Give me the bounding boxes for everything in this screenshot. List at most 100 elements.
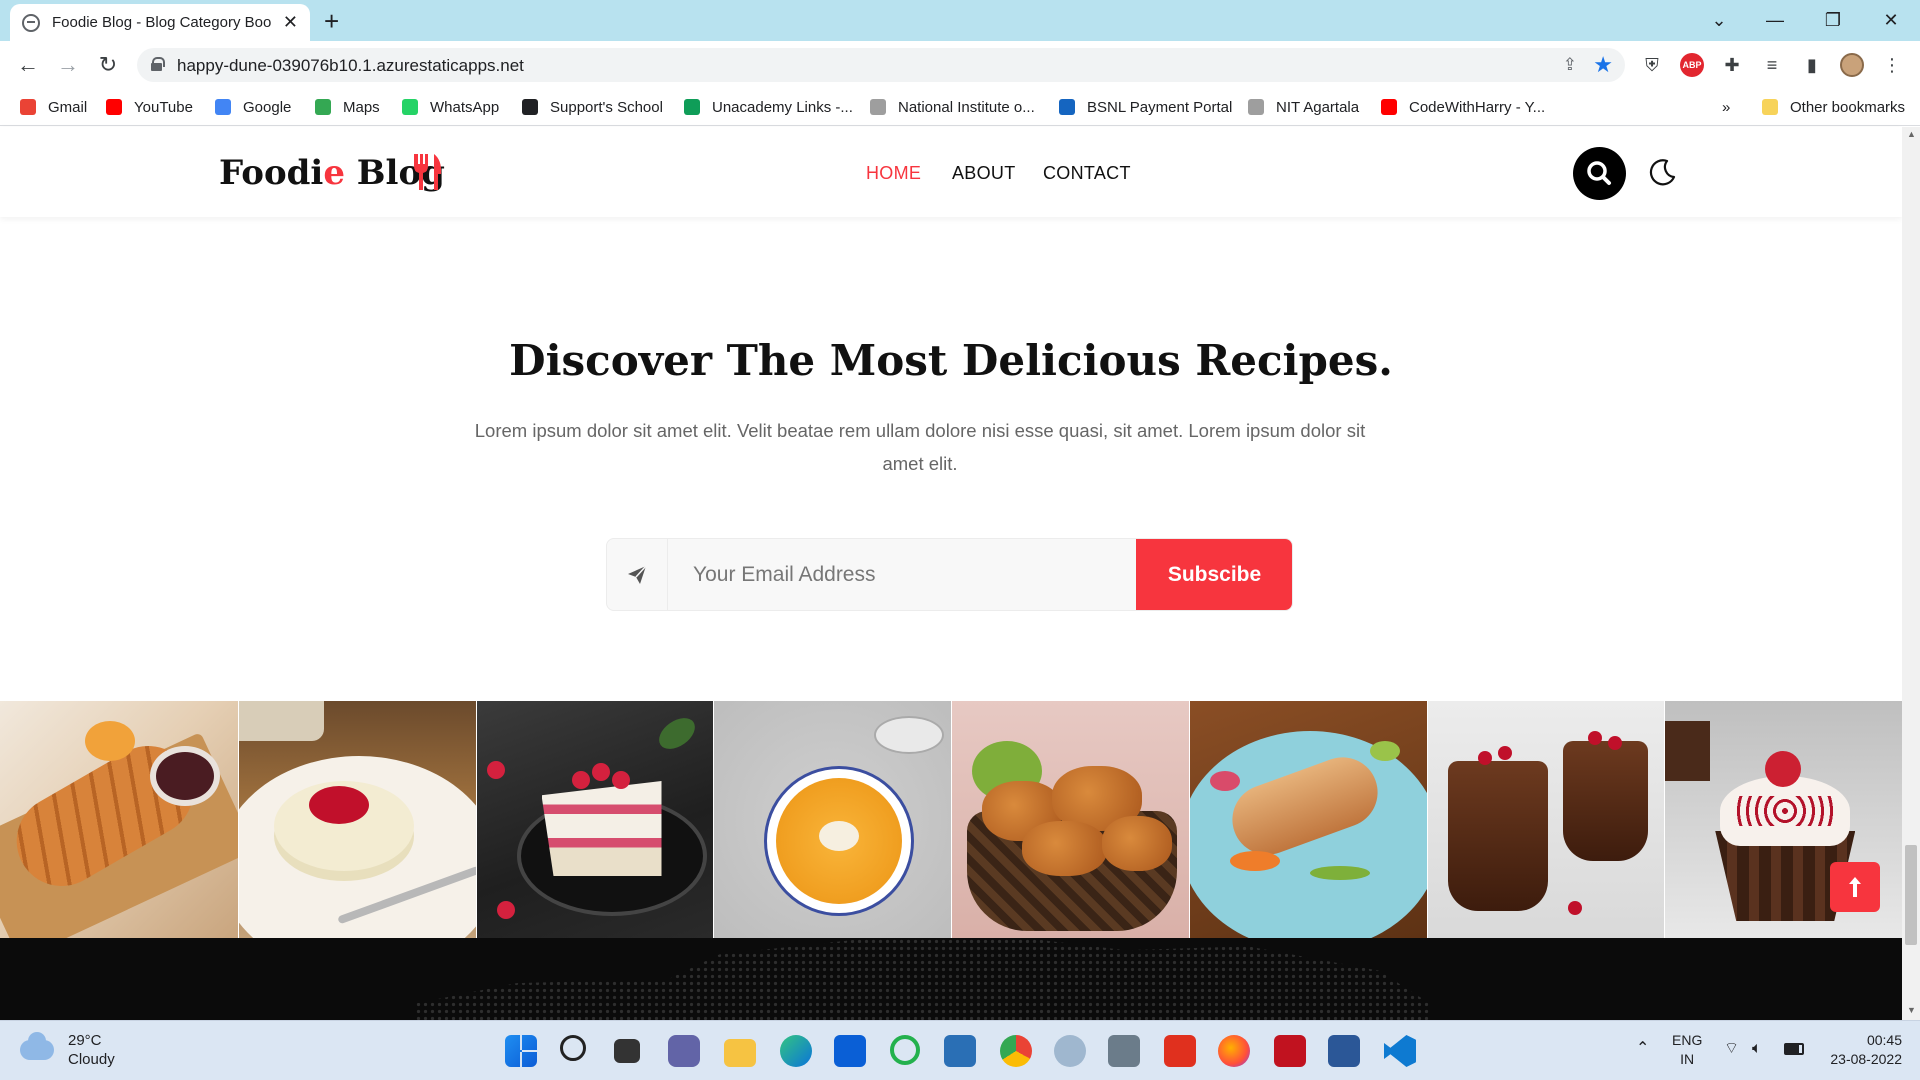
- footer: [0, 938, 1902, 1020]
- tray-chevron-up-icon[interactable]: ⌃: [1636, 1039, 1649, 1058]
- puzzle-extensions-icon[interactable]: ✚: [1720, 53, 1744, 77]
- gmail-icon: [20, 99, 36, 115]
- browser-tab[interactable]: Foodie Blog - Blog Category Boo ✕: [10, 4, 310, 41]
- side-panel-icon[interactable]: ▮: [1800, 53, 1824, 77]
- speaker-icon[interactable]: 🔈︎: [1752, 1039, 1762, 1058]
- tab-title: Foodie Blog - Blog Category Boo: [52, 14, 272, 31]
- firefox-icon[interactable]: [1218, 1035, 1250, 1067]
- email-input[interactable]: [669, 539, 1138, 610]
- page-scrollbar[interactable]: ▲ ▼: [1902, 127, 1920, 1020]
- start-windows-icon[interactable]: [505, 1035, 537, 1067]
- shield-extension-icon[interactable]: ⛨: [1640, 53, 1664, 77]
- profile-avatar[interactable]: [1840, 53, 1864, 77]
- browser-toolbar: ← → ↻ happy-dune-039076b10.1.azurestatic…: [0, 41, 1920, 89]
- minimize-icon[interactable]: —: [1746, 0, 1804, 41]
- remote-desktop-icon[interactable]: [944, 1035, 976, 1067]
- clock[interactable]: 00:45 23-08-2022: [1822, 1031, 1902, 1069]
- other-bookmarks[interactable]: Other bookmarks: [1762, 95, 1905, 119]
- more-bookmarks-chevron[interactable]: »: [1722, 95, 1730, 119]
- solidworks-icon[interactable]: [1274, 1035, 1306, 1067]
- bookmark-nit-agartala[interactable]: NIT Agartala: [1248, 95, 1359, 119]
- adblock-extension-icon[interactable]: ABP: [1680, 53, 1704, 77]
- tab-search-chevron-icon[interactable]: ⌄: [1690, 0, 1748, 41]
- scroll-down-arrow-icon[interactable]: ▼: [1907, 1005, 1916, 1015]
- nav-contact[interactable]: CONTACT: [1043, 163, 1131, 184]
- whatsapp-icon: [402, 99, 418, 115]
- microsoft-store-icon[interactable]: [834, 1035, 866, 1067]
- bookmark-national-institute[interactable]: National Institute o...: [870, 95, 1035, 119]
- address-bar[interactable]: happy-dune-039076b10.1.azurestaticapps.n…: [137, 48, 1625, 82]
- arrow-up-icon: [1849, 877, 1861, 897]
- school-icon: [522, 99, 538, 115]
- youtube-icon: [1381, 99, 1397, 115]
- gallery-image-chocolate-mousse[interactable]: [1426, 701, 1665, 938]
- gallery-image-fried-chicken[interactable]: [951, 701, 1189, 938]
- search-button[interactable]: [1573, 147, 1626, 200]
- google-icon: [215, 99, 231, 115]
- scrollbar-thumb[interactable]: [1905, 845, 1917, 945]
- media-app-icon[interactable]: [1054, 1035, 1086, 1067]
- bookmark-youtube[interactable]: YouTube: [106, 95, 193, 119]
- search-icon: [1587, 161, 1611, 185]
- ring-app-icon[interactable]: [890, 1035, 920, 1065]
- reload-icon[interactable]: ↻: [92, 49, 124, 81]
- edge-icon[interactable]: [780, 1035, 812, 1067]
- bookmarks-bar: Gmail YouTube Google Maps WhatsApp Suppo…: [0, 89, 1920, 126]
- bookmark-google[interactable]: Google: [215, 95, 291, 119]
- media-control-icon[interactable]: ≡: [1760, 53, 1784, 77]
- word-icon[interactable]: [1328, 1035, 1360, 1067]
- scroll-to-top-button[interactable]: [1830, 862, 1880, 912]
- share-icon[interactable]: ⇪: [1563, 55, 1577, 75]
- task-view-icon[interactable]: [614, 1039, 640, 1063]
- search-taskbar-icon[interactable]: [560, 1035, 586, 1061]
- scroll-up-arrow-icon[interactable]: ▲: [1907, 129, 1916, 139]
- sheets-icon: [684, 99, 700, 115]
- nav-home[interactable]: HOME: [866, 163, 921, 184]
- bookmark-gmail[interactable]: Gmail: [20, 95, 87, 119]
- bookmark-whatsapp[interactable]: WhatsApp: [402, 95, 499, 119]
- rocket-icon: [1059, 99, 1075, 115]
- new-tab-button[interactable]: +: [324, 6, 339, 36]
- youtube-icon: [106, 99, 122, 115]
- institute-emblem-icon: [870, 99, 886, 115]
- nav-about[interactable]: ABOUT: [952, 163, 1016, 184]
- bookmark-codewithharry[interactable]: CodeWithHarry - Y...: [1381, 95, 1545, 119]
- chrome-icon[interactable]: [1000, 1035, 1032, 1067]
- back-arrow-icon[interactable]: ←: [12, 49, 44, 81]
- globe-icon: [22, 13, 40, 32]
- subscribe-button[interactable]: Subscibe: [1136, 539, 1292, 610]
- bookmark-star-icon[interactable]: ★: [1593, 52, 1613, 78]
- gallery-image-bread[interactable]: [0, 701, 238, 938]
- teams-chat-icon[interactable]: [668, 1035, 700, 1067]
- restore-icon[interactable]: ❐: [1804, 0, 1862, 41]
- bookmark-supports-school[interactable]: Support's School: [522, 95, 663, 119]
- weather-condition: Cloudy: [68, 1051, 115, 1068]
- close-tab-icon[interactable]: ✕: [283, 12, 298, 33]
- lock-icon[interactable]: [151, 57, 165, 71]
- hero-description: Lorem ipsum dolor sit amet elit. Velit b…: [474, 420, 1366, 474]
- gallery-image-fish-plate[interactable]: [1188, 701, 1427, 938]
- fork-knife-icon: [414, 154, 442, 190]
- moon-icon[interactable]: [1648, 157, 1678, 187]
- hero-title: Discover The Most Delicious Recipes.: [509, 336, 1393, 385]
- windows-taskbar: 29°C Cloudy ⌃ ENG IN ⌔ 🔈︎ 00:45 23-08-20…: [0, 1020, 1920, 1080]
- calculator-icon[interactable]: [1108, 1035, 1140, 1067]
- vscode-icon[interactable]: [1384, 1035, 1416, 1067]
- bookmark-bsnl[interactable]: BSNL Payment Portal: [1059, 95, 1232, 119]
- bookmark-maps[interactable]: Maps: [315, 95, 380, 119]
- office-icon[interactable]: [1164, 1035, 1196, 1067]
- gallery-image-pumpkin-soup[interactable]: [713, 701, 951, 938]
- url-text[interactable]: happy-dune-039076b10.1.azurestaticapps.n…: [177, 56, 524, 76]
- forward-arrow-icon[interactable]: →: [52, 49, 84, 81]
- menu-kebab-icon[interactable]: ⋮: [1880, 53, 1904, 77]
- gallery-image-panna-cotta[interactable]: [237, 701, 476, 938]
- close-window-icon[interactable]: ✕: [1862, 0, 1920, 41]
- weather-widget[interactable]: 29°C Cloudy: [20, 1031, 115, 1069]
- language-indicator[interactable]: ENG IN: [1672, 1031, 1702, 1069]
- gallery-image-raspberry-cake[interactable]: [475, 701, 714, 938]
- wifi-icon[interactable]: ⌔: [1724, 1039, 1739, 1058]
- maps-pin-icon: [315, 99, 331, 115]
- bookmark-unacademy[interactable]: Unacademy Links -...: [684, 95, 853, 119]
- file-explorer-icon[interactable]: [724, 1039, 756, 1067]
- battery-icon[interactable]: [1784, 1043, 1804, 1055]
